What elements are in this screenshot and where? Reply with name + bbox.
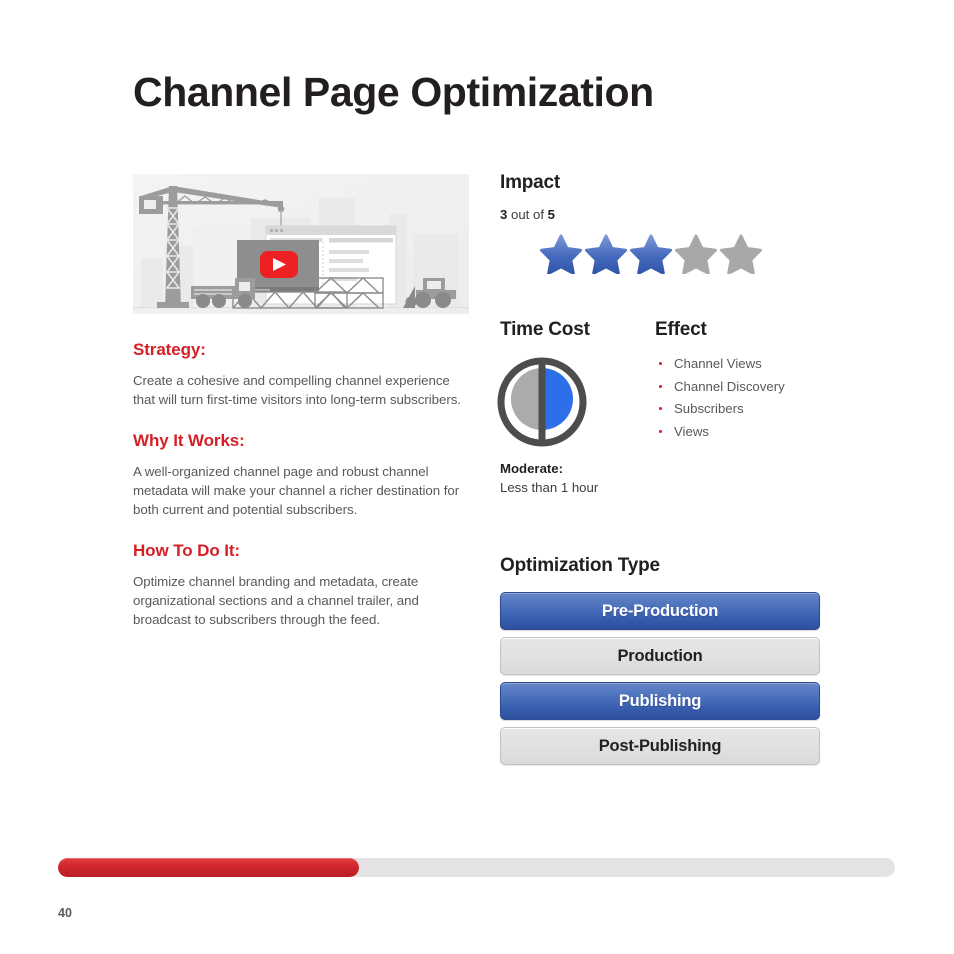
optimization-type-section: Optimization Type Pre-Production Product… <box>500 555 840 766</box>
impact-out-of-label: out of <box>507 207 548 222</box>
optimization-option-publishing[interactable]: Publishing <box>500 682 820 721</box>
why-it-works-heading: Why It Works: <box>133 431 245 450</box>
impact-max-value: 5 <box>547 207 556 222</box>
why-it-works-section: Why It Works: A well-organized channel p… <box>133 431 469 519</box>
how-to-do-it-body: Optimize channel branding and metadata, … <box>133 574 419 627</box>
optimization-option-pre-production[interactable]: Pre-Production <box>500 592 820 631</box>
optimization-option-production[interactable]: Production <box>500 637 820 676</box>
page-number: 40 <box>58 906 72 920</box>
why-it-works-body: A well-organized channel page and robust… <box>133 464 460 517</box>
star-filled-icon <box>630 234 672 274</box>
star-empty-icon <box>675 234 717 274</box>
how-to-do-it-section: How To Do It: Optimize channel branding … <box>133 541 469 629</box>
time-cost-caption: Moderate: Less than 1 hour <box>500 460 655 497</box>
right-content-column: Impact 3 out of 5 Time Cost Moderate: Le… <box>497 172 840 772</box>
list-item: Channel Discovery <box>655 378 840 397</box>
time-cost-level: Moderate: <box>500 461 564 476</box>
effect-section: Effect Channel Views Channel Discovery S… <box>655 319 840 497</box>
time-cost-detail: Less than 1 hour <box>500 479 599 495</box>
time-cost-heading: Time Cost <box>500 319 590 340</box>
list-item: Views <box>655 423 840 442</box>
half-filled-gauge-icon <box>494 354 655 450</box>
star-filled-icon <box>585 234 627 274</box>
impact-star-rating <box>540 234 840 274</box>
strategy-section: Strategy: Create a cohesive and compelli… <box>133 340 469 409</box>
impact-heading: Impact <box>500 172 561 193</box>
effect-heading: Effect <box>655 319 707 340</box>
optimization-option-post-publishing[interactable]: Post-Publishing <box>500 727 820 766</box>
how-to-do-it-heading: How To Do It: <box>133 541 240 560</box>
list-item: Channel Views <box>655 355 840 374</box>
construction-site-illustration <box>133 174 469 314</box>
list-item: Subscribers <box>655 400 840 419</box>
star-empty-icon <box>720 234 762 274</box>
strategy-body: Create a cohesive and compelling channel… <box>133 373 461 407</box>
optimization-type-buttons: Pre-Production Production Publishing Pos… <box>500 592 840 766</box>
time-cost-section: Time Cost Moderate: Less than 1 hour <box>497 319 655 497</box>
progress-bar-fill <box>58 858 360 877</box>
page-title: Channel Page Optimization <box>133 69 654 115</box>
impact-score-text: 3 out of 5 <box>500 207 840 222</box>
left-content-column: Strategy: Create a cohesive and compelli… <box>133 174 469 629</box>
progress-bar-track <box>58 858 895 877</box>
star-filled-icon <box>540 234 582 274</box>
effect-list: Channel Views Channel Discovery Subscrib… <box>655 355 840 442</box>
impact-section: Impact 3 out of 5 <box>500 172 840 274</box>
time-cost-effect-row: Time Cost Moderate: Less than 1 hour Eff… <box>497 319 840 497</box>
optimization-type-heading: Optimization Type <box>500 555 660 577</box>
slide-page: Channel Page Optimization Strategy: Crea… <box>0 0 954 954</box>
strategy-heading: Strategy: <box>133 340 206 359</box>
